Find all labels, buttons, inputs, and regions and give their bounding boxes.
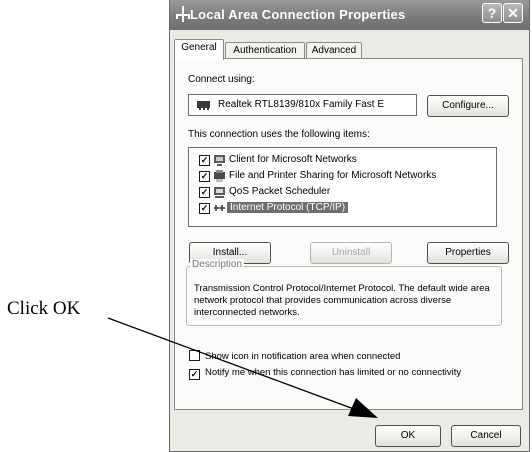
arrow-pointer-icon bbox=[107, 317, 378, 418]
